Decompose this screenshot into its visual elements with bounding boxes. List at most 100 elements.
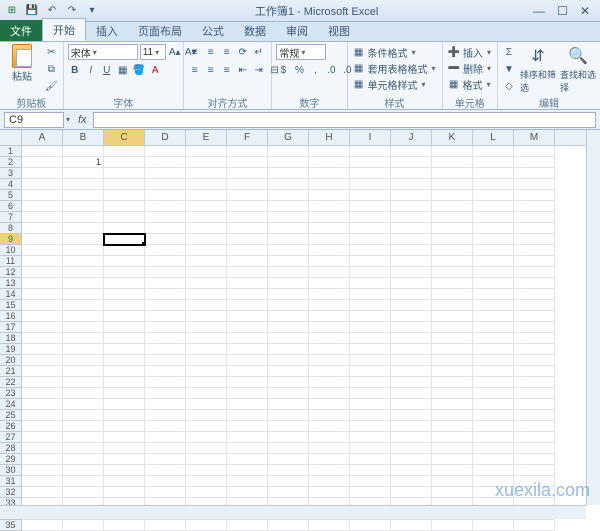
cell-I23[interactable] [350,388,391,399]
cell-E1[interactable] [186,146,227,157]
cell-G6[interactable] [268,201,309,212]
fill-icon[interactable]: ▼ [502,61,516,77]
cell-D5[interactable] [145,190,186,201]
row-header-2[interactable]: 2 [0,157,22,168]
cell-B27[interactable] [63,432,104,443]
cell-C15[interactable] [104,300,145,311]
cell-J10[interactable] [391,245,432,256]
cell-M5[interactable] [514,190,555,201]
cell-K25[interactable] [432,410,473,421]
cell-D9[interactable] [145,234,186,245]
cell-D12[interactable] [145,267,186,278]
cell-J14[interactable] [391,289,432,300]
cell-K2[interactable] [432,157,473,168]
cell-H9[interactable] [309,234,350,245]
cell-J7[interactable] [391,212,432,223]
column-header-J[interactable]: J [391,130,432,145]
copy-icon[interactable]: ⧉ [44,61,59,77]
cell-G9[interactable] [268,234,309,245]
cell-K24[interactable] [432,399,473,410]
cell-C10[interactable] [104,245,145,256]
cell-G24[interactable] [268,399,309,410]
cell-C11[interactable] [104,256,145,267]
row-header-35[interactable]: 35 [0,520,22,531]
cell-C6[interactable] [104,201,145,212]
cell-G28[interactable] [268,443,309,454]
row-header-12[interactable]: 12 [0,267,22,278]
cell-C9[interactable] [104,234,145,245]
cell-C26[interactable] [104,421,145,432]
cell-I11[interactable] [350,256,391,267]
cell-K8[interactable] [432,223,473,234]
cell-A3[interactable] [22,168,63,179]
autosum-icon[interactable]: Σ [502,44,516,60]
cell-K20[interactable] [432,355,473,366]
cell-A13[interactable] [22,278,63,289]
row-header-6[interactable]: 6 [0,201,22,212]
cell-L17[interactable] [473,322,514,333]
cell-B16[interactable] [63,311,104,322]
redo-icon[interactable]: ↷ [64,3,80,19]
cell-B11[interactable] [63,256,104,267]
row-header-32[interactable]: 32 [0,487,22,498]
cell-F10[interactable] [227,245,268,256]
currency-icon[interactable]: $ [276,62,290,78]
cell-B14[interactable] [63,289,104,300]
percent-icon[interactable]: % [292,62,306,78]
cell-F28[interactable] [227,443,268,454]
cell-E21[interactable] [186,366,227,377]
cell-G7[interactable] [268,212,309,223]
cell-G11[interactable] [268,256,309,267]
cell-I9[interactable] [350,234,391,245]
cell-D4[interactable] [145,179,186,190]
cell-G16[interactable] [268,311,309,322]
cell-K7[interactable] [432,212,473,223]
cell-L6[interactable] [473,201,514,212]
worksheet-grid[interactable]: ABCDEFGHIJKLM121345678910111213141516171… [0,130,600,531]
cell-F8[interactable] [227,223,268,234]
cell-M14[interactable] [514,289,555,300]
cell-A8[interactable] [22,223,63,234]
cell-A26[interactable] [22,421,63,432]
cell-C3[interactable] [104,168,145,179]
row-header-20[interactable]: 20 [0,355,22,366]
tab-file[interactable]: 文件 [0,20,42,41]
cell-G2[interactable] [268,157,309,168]
column-header-K[interactable]: K [432,130,473,145]
cell-D2[interactable] [145,157,186,168]
cell-C23[interactable] [104,388,145,399]
cell-I19[interactable] [350,344,391,355]
cell-L9[interactable] [473,234,514,245]
cell-K27[interactable] [432,432,473,443]
tab-home[interactable]: 开始 [42,18,86,41]
cell-H17[interactable] [309,322,350,333]
cell-K16[interactable] [432,311,473,322]
name-box[interactable]: C9 [4,112,64,128]
cell-E4[interactable] [186,179,227,190]
cell-E15[interactable] [186,300,227,311]
cell-I16[interactable] [350,311,391,322]
row-header-24[interactable]: 24 [0,399,22,410]
cell-C31[interactable] [104,476,145,487]
cell-C13[interactable] [104,278,145,289]
cell-J21[interactable] [391,366,432,377]
cell-H22[interactable] [309,377,350,388]
cell-C18[interactable] [104,333,145,344]
cell-D26[interactable] [145,421,186,432]
cell-M26[interactable] [514,421,555,432]
indent-dec-icon[interactable]: ⇤ [236,62,250,78]
cell-F15[interactable] [227,300,268,311]
cell-L29[interactable] [473,454,514,465]
cell-M3[interactable] [514,168,555,179]
cell-L23[interactable] [473,388,514,399]
cell-H7[interactable] [309,212,350,223]
cell-I28[interactable] [350,443,391,454]
cell-L5[interactable] [473,190,514,201]
cell-G26[interactable] [268,421,309,432]
row-header-14[interactable]: 14 [0,289,22,300]
cell-G13[interactable] [268,278,309,289]
row-header-5[interactable]: 5 [0,190,22,201]
cell-J16[interactable] [391,311,432,322]
align-middle-icon[interactable]: ≡ [204,44,218,60]
cell-I27[interactable] [350,432,391,443]
